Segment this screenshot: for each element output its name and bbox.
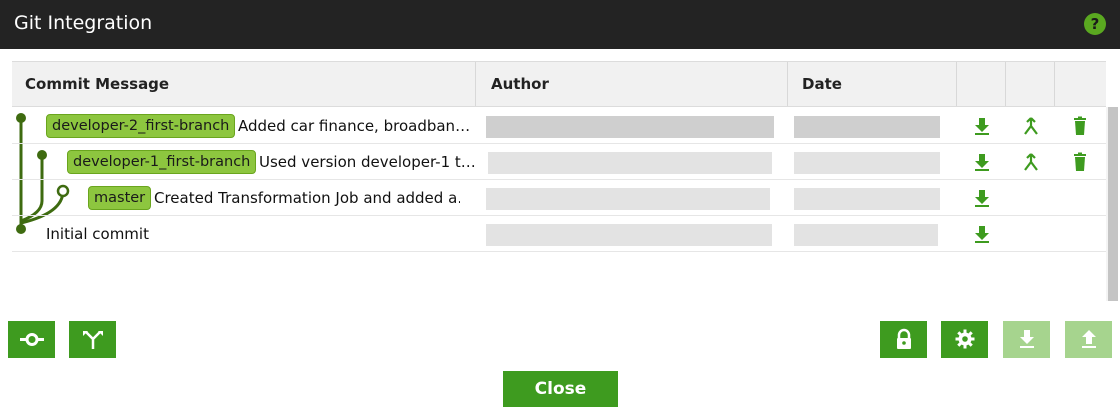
date-value (794, 188, 940, 210)
column-header-action-3 (1055, 62, 1106, 106)
settings-icon (955, 329, 975, 349)
delete-icon[interactable] (1069, 151, 1091, 173)
table-row[interactable]: developer-1_first-branch Used version de… (12, 144, 1106, 180)
commit-button[interactable] (8, 321, 55, 358)
push-button[interactable] (1065, 321, 1112, 358)
push-icon (1082, 330, 1096, 348)
date-value (794, 224, 938, 246)
author-value (486, 116, 774, 138)
branch-tag: master (88, 186, 152, 210)
commit-message: Created Transformation Job and added a… (154, 189, 460, 207)
column-header-date[interactable]: Date (788, 62, 957, 106)
date-value (794, 116, 940, 138)
author-value (486, 188, 770, 210)
branch-tag: developer-1_first-branch (67, 150, 257, 174)
pull-button[interactable] (1003, 321, 1050, 358)
title-bar: Git Integration ? (0, 0, 1120, 49)
lock-icon (897, 328, 911, 349)
delete-icon[interactable] (1069, 115, 1091, 137)
download-icon[interactable] (971, 115, 993, 137)
close-button[interactable]: Close (503, 371, 618, 407)
branch-icon (83, 331, 103, 349)
merge-icon[interactable] (1020, 151, 1042, 173)
grid-header: Commit Message Author Date (12, 61, 1106, 107)
commit-message: Initial commit (46, 225, 149, 243)
author-value (488, 152, 772, 174)
pull-icon (1020, 330, 1034, 348)
column-header-action-1 (957, 62, 1006, 106)
branch-tag: developer-2_first-branch (46, 114, 236, 138)
download-icon[interactable] (971, 151, 993, 173)
column-header-action-2 (1006, 62, 1055, 106)
merge-icon[interactable] (1020, 115, 1042, 137)
commit-message: Used version developer-1 t… (259, 153, 476, 171)
download-icon[interactable] (971, 223, 993, 245)
commit-grid: Commit Message Author Date developer-2_f… (12, 61, 1106, 253)
table-row[interactable]: Initial commit (12, 216, 1106, 252)
table-row[interactable]: master Created Transformation Job and ad… (12, 180, 1106, 216)
date-value (794, 152, 940, 174)
scrollbar-thumb[interactable] (1108, 107, 1118, 301)
author-value (486, 224, 772, 246)
branch-button[interactable] (69, 321, 116, 358)
commit-icon (20, 333, 44, 346)
column-header-author[interactable]: Author (476, 62, 788, 106)
commit-message: Added car finance, broadban… (238, 117, 471, 135)
dialog-title: Git Integration (14, 12, 153, 34)
settings-button[interactable] (941, 321, 988, 358)
table-row[interactable]: developer-2_first-branch Added car finan… (12, 108, 1106, 144)
lock-button[interactable] (880, 321, 927, 358)
help-icon[interactable]: ? (1084, 13, 1106, 35)
download-icon[interactable] (971, 187, 993, 209)
